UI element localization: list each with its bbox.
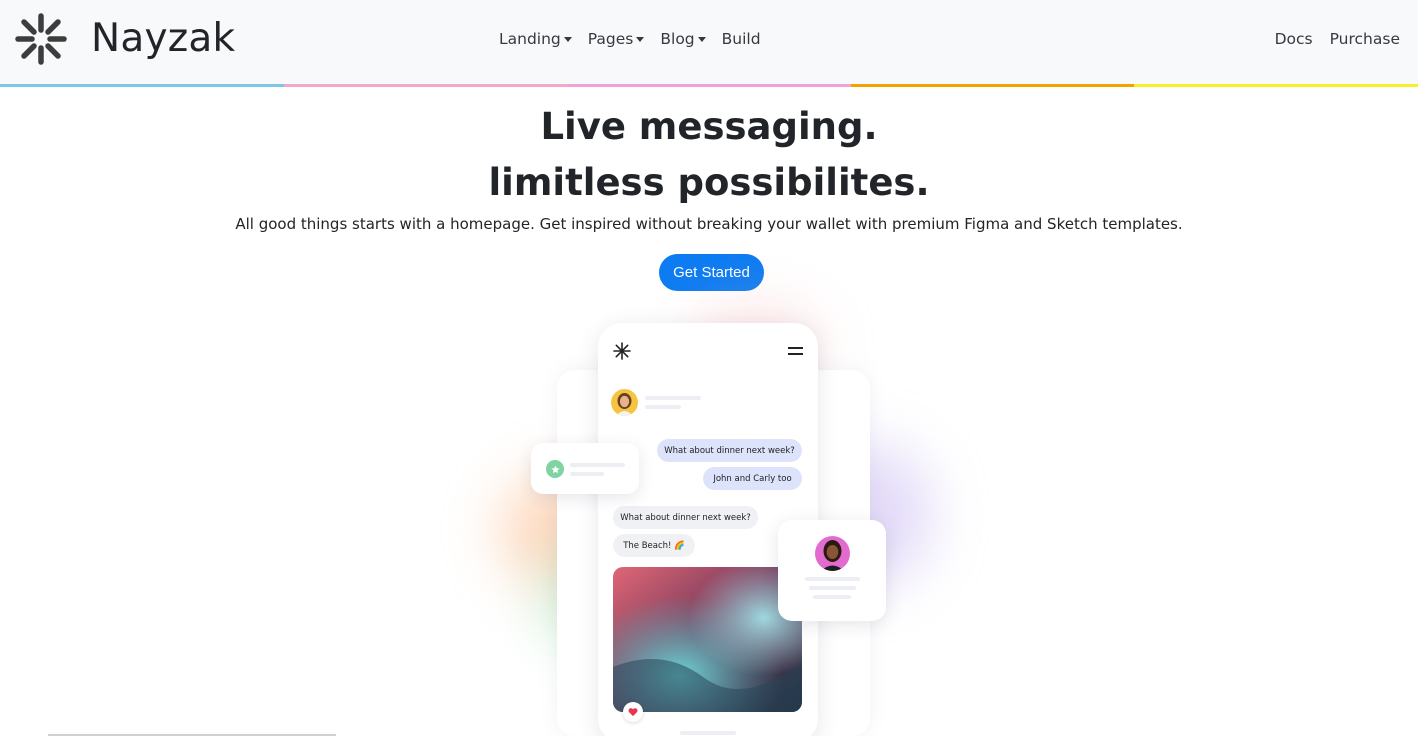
brand-name: Nayzak: [91, 16, 236, 61]
sent-message: John and Carly too: [703, 467, 802, 490]
avatar: [815, 536, 850, 571]
secondary-nav: Docs Purchase: [1258, 30, 1400, 48]
main-nav: Landing Pages Blog Build: [499, 30, 777, 48]
sent-message: What about dinner next week?: [657, 439, 802, 462]
abstract-smoke-image: [613, 567, 802, 712]
hero-subtitle: All good things starts with a homepage. …: [235, 215, 1183, 233]
nav-blog-dropdown[interactable]: Blog: [660, 30, 706, 48]
contact-card: [778, 520, 886, 621]
nav-build-label: Build: [721, 30, 761, 48]
hero-title-line1: Live messaging.: [540, 105, 878, 148]
accent-color-strip: [0, 84, 1418, 87]
strip-segment: [850, 84, 1135, 87]
notification-card: [531, 443, 639, 494]
hamburger-menu-icon: [788, 347, 803, 355]
person-avatar-icon: [616, 393, 633, 416]
nav-landing-dropdown[interactable]: Landing: [499, 30, 572, 48]
top-navbar: Nayzak Landing Pages Blog Build Docs Pur…: [0, 0, 1418, 84]
brand-link[interactable]: Nayzak: [14, 12, 235, 66]
nav-docs-link[interactable]: Docs: [1275, 30, 1313, 48]
asterisk-spark-icon: [613, 342, 631, 360]
shared-photo: [613, 567, 802, 712]
placeholder-line: [645, 405, 681, 409]
strip-segment: [0, 84, 284, 87]
caret-down-icon: [636, 36, 645, 42]
avatar: [611, 389, 638, 416]
placeholder-line: [805, 577, 860, 581]
strip-segment: [283, 84, 568, 87]
asterisk-spark-icon: [15, 13, 67, 65]
chat-app-illustration: What about dinner next week? John and Ca…: [480, 305, 940, 736]
placeholder-line: [645, 396, 701, 400]
nav-pages-label: Pages: [587, 30, 634, 48]
hero-title-line2: limitless possibilites.: [488, 161, 930, 204]
nav-build-link[interactable]: Build: [722, 30, 761, 48]
nav-pages-dropdown[interactable]: Pages: [588, 30, 645, 48]
home-indicator: [680, 731, 736, 735]
nav-landing-label: Landing: [499, 30, 561, 48]
nav-purchase-link[interactable]: Purchase: [1330, 30, 1400, 48]
like-badge[interactable]: [623, 702, 643, 722]
caret-down-icon: [563, 36, 572, 42]
placeholder-line: [570, 472, 604, 476]
received-message: What about dinner next week?: [613, 506, 758, 529]
caret-down-icon: [697, 36, 706, 42]
placeholder-line: [570, 463, 625, 467]
person-avatar-icon: [821, 540, 844, 571]
heart-icon: [628, 708, 638, 717]
placeholder-line: [809, 586, 856, 590]
star-badge: [546, 460, 564, 478]
get-started-button[interactable]: Get Started: [659, 254, 764, 291]
strip-segment: [567, 84, 851, 87]
placeholder-line: [813, 595, 851, 599]
nav-blog-label: Blog: [660, 30, 695, 48]
received-message: The Beach! 🌈: [613, 534, 695, 557]
star-icon: [550, 465, 560, 473]
strip-segment: [1134, 84, 1418, 87]
